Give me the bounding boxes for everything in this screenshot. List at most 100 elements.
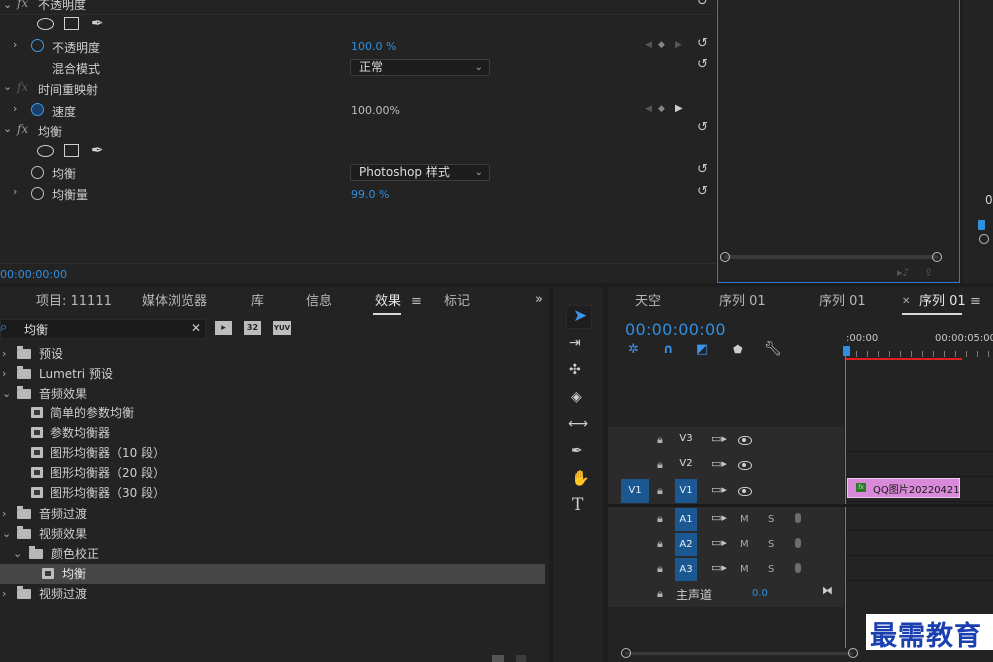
track-a2-lane[interactable] — [846, 532, 993, 556]
track-a1-lane[interactable] — [846, 507, 993, 531]
playhead-marker-icon[interactable] — [978, 220, 985, 230]
sync-lock-icon[interactable]: ▭▸ — [711, 483, 727, 496]
master-track-lane[interactable] — [846, 582, 993, 606]
tab-library[interactable]: 库 — [251, 292, 264, 312]
scroll-handle[interactable] — [979, 234, 989, 244]
stopwatch-icon[interactable] — [31, 103, 44, 116]
ellipse-mask-icon[interactable] — [37, 145, 54, 157]
microphone-icon[interactable] — [795, 538, 801, 548]
effect-controls-timecode[interactable]: 00:00:00:00 — [0, 268, 67, 281]
add-keyframe-icon[interactable]: ◆ — [658, 104, 665, 114]
track-target-a1[interactable]: A1 — [675, 508, 697, 531]
playhead-handle-icon[interactable] — [843, 346, 850, 356]
linked-selection-icon[interactable]: ◩ — [696, 342, 708, 357]
nest-toggle-icon[interactable]: ✲ — [628, 342, 639, 357]
opacity-group-toggle[interactable]: ⌄ — [3, 0, 12, 11]
go-to-out-icon[interactable]: ⧓ — [822, 584, 833, 597]
tree-item-equalize-selected[interactable]: 均衡 — [0, 564, 545, 584]
track-v2-lane[interactable] — [846, 453, 993, 477]
reset-icon[interactable]: ↺ — [697, 0, 711, 8]
source-patch-v1[interactable]: V1 — [621, 479, 649, 503]
reset-icon[interactable]: ↺ — [697, 121, 711, 134]
reset-icon[interactable]: ↺ — [697, 58, 711, 71]
tree-item-presets[interactable]: › 预设 — [0, 344, 545, 364]
equalize-amount-value[interactable]: 99.0 % — [351, 188, 389, 201]
toggle-output-eye-icon[interactable] — [738, 436, 752, 445]
work-area-bar[interactable] — [845, 358, 962, 360]
equalize-amount-expand[interactable]: › — [13, 185, 17, 198]
snap-icon[interactable]: ∩ — [663, 342, 674, 357]
tab-sequence[interactable]: 序列 01 — [819, 292, 866, 312]
tab-sequence-active[interactable]: 序列 01 — [919, 292, 966, 312]
timeline-scrollbar[interactable] — [724, 255, 938, 259]
next-keyframe-icon[interactable]: ▶ — [675, 103, 683, 114]
pen-mask-icon[interactable]: ✒ — [91, 14, 104, 32]
speed-expand[interactable]: › — [13, 102, 17, 115]
lock-icon[interactable]: 🔒︎ — [657, 587, 663, 601]
reset-icon[interactable]: ↺ — [697, 37, 711, 50]
tree-item-effect[interactable]: 图形均衡器（30 段） — [0, 483, 545, 503]
panel-menu-icon[interactable]: ≡ — [411, 294, 422, 309]
stopwatch-icon[interactable] — [31, 39, 44, 52]
microphone-icon[interactable] — [795, 563, 801, 573]
track-target-a3[interactable]: A3 — [675, 558, 697, 581]
add-keyframe-icon[interactable]: ◆ — [658, 40, 665, 50]
stopwatch-icon[interactable] — [31, 166, 44, 179]
time-ruler-ticks[interactable] — [845, 351, 993, 357]
hand-tool-icon[interactable]: ✋ — [571, 469, 590, 487]
tab-sequence[interactable]: 序列 01 — [719, 292, 766, 312]
ellipse-mask-icon[interactable] — [37, 18, 54, 30]
track-target-a2[interactable]: A2 — [675, 533, 697, 556]
track-target-v3[interactable]: V3 — [675, 429, 697, 449]
clear-search-icon[interactable]: ✕ — [191, 321, 201, 335]
track-v3-lane[interactable] — [846, 428, 993, 452]
pen-mask-icon[interactable]: ✒ — [91, 141, 104, 159]
toggle-output-eye-icon[interactable] — [738, 487, 752, 496]
tree-item-effect[interactable]: 图形均衡器（20 段） — [0, 463, 545, 483]
reset-icon[interactable]: ↺ — [697, 185, 711, 198]
tree-item-effect[interactable]: 图形均衡器（10 段） — [0, 443, 545, 463]
razor-tool-icon[interactable]: ◈ — [571, 389, 582, 405]
add-marker-icon[interactable]: ⬟ — [733, 343, 743, 356]
32bit-effects-icon[interactable]: 32 — [244, 321, 261, 335]
time-remap-toggle[interactable]: ⌄ — [3, 80, 12, 93]
mute-button[interactable]: M — [740, 539, 749, 550]
tab-markers[interactable]: 标记 — [444, 292, 470, 312]
tree-item-audio-transitions[interactable]: › 音频过渡 — [0, 504, 545, 524]
blend-mode-dropdown[interactable]: 正常 ⌄ — [350, 59, 490, 76]
type-tool-icon[interactable]: T — [572, 495, 583, 515]
mute-button[interactable]: M — [740, 564, 749, 575]
ripple-edit-tool-icon[interactable]: ✣ — [569, 362, 581, 378]
prev-keyframe-icon[interactable]: ◀ — [645, 104, 652, 114]
tree-item-color-correction[interactable]: ⌄ 颜色校正 — [0, 544, 545, 564]
slip-tool-icon[interactable]: ⟷ — [568, 416, 588, 432]
sync-lock-icon[interactable]: ▭▸ — [711, 511, 727, 524]
timeline-timecode[interactable]: 00:00:00:00 — [625, 320, 726, 339]
track-target-v2[interactable]: V2 — [675, 454, 697, 474]
track-select-tool-icon[interactable]: ⇥ — [569, 335, 581, 351]
track-target-v1[interactable]: V1 — [675, 479, 697, 503]
yuv-effects-icon[interactable]: YUV — [273, 321, 291, 335]
toggle-output-eye-icon[interactable] — [738, 461, 752, 470]
tree-item-effect[interactable]: 参数均衡器 — [0, 423, 545, 443]
tree-item-audio-effects[interactable]: ⌄ 音频效果 — [0, 384, 545, 404]
sync-lock-icon[interactable]: ▭▸ — [711, 536, 727, 549]
equalize-mode-dropdown[interactable]: Photoshop 样式 ⌄ — [350, 164, 490, 181]
solo-button[interactable]: S — [768, 539, 774, 550]
sync-lock-icon[interactable]: ▭▸ — [711, 561, 727, 574]
fx-badge[interactable]: fx — [17, 122, 28, 136]
timeline-zoom-scrollbar[interactable] — [625, 652, 853, 655]
export-icon[interactable]: ⇪ — [924, 266, 933, 279]
next-keyframe-icon[interactable]: ▶ — [675, 40, 682, 50]
tree-item-video-transitions[interactable]: › 视频过渡 — [0, 584, 545, 604]
opacity-expand[interactable]: › — [13, 38, 17, 51]
opacity-value[interactable]: 100.0 % — [351, 40, 396, 53]
delete-icon[interactable] — [516, 655, 526, 662]
lock-icon[interactable]: 🔒︎ — [657, 458, 663, 472]
video-clip[interactable]: fx QQ图片20220421 — [847, 478, 960, 498]
scroll-handle-right[interactable] — [848, 648, 858, 658]
lock-icon[interactable]: 🔒︎ — [657, 433, 663, 447]
tab-project[interactable]: 项目: 11111 — [36, 292, 112, 312]
tab-info[interactable]: 信息 — [306, 292, 332, 312]
reset-icon[interactable]: ↺ — [697, 163, 711, 176]
